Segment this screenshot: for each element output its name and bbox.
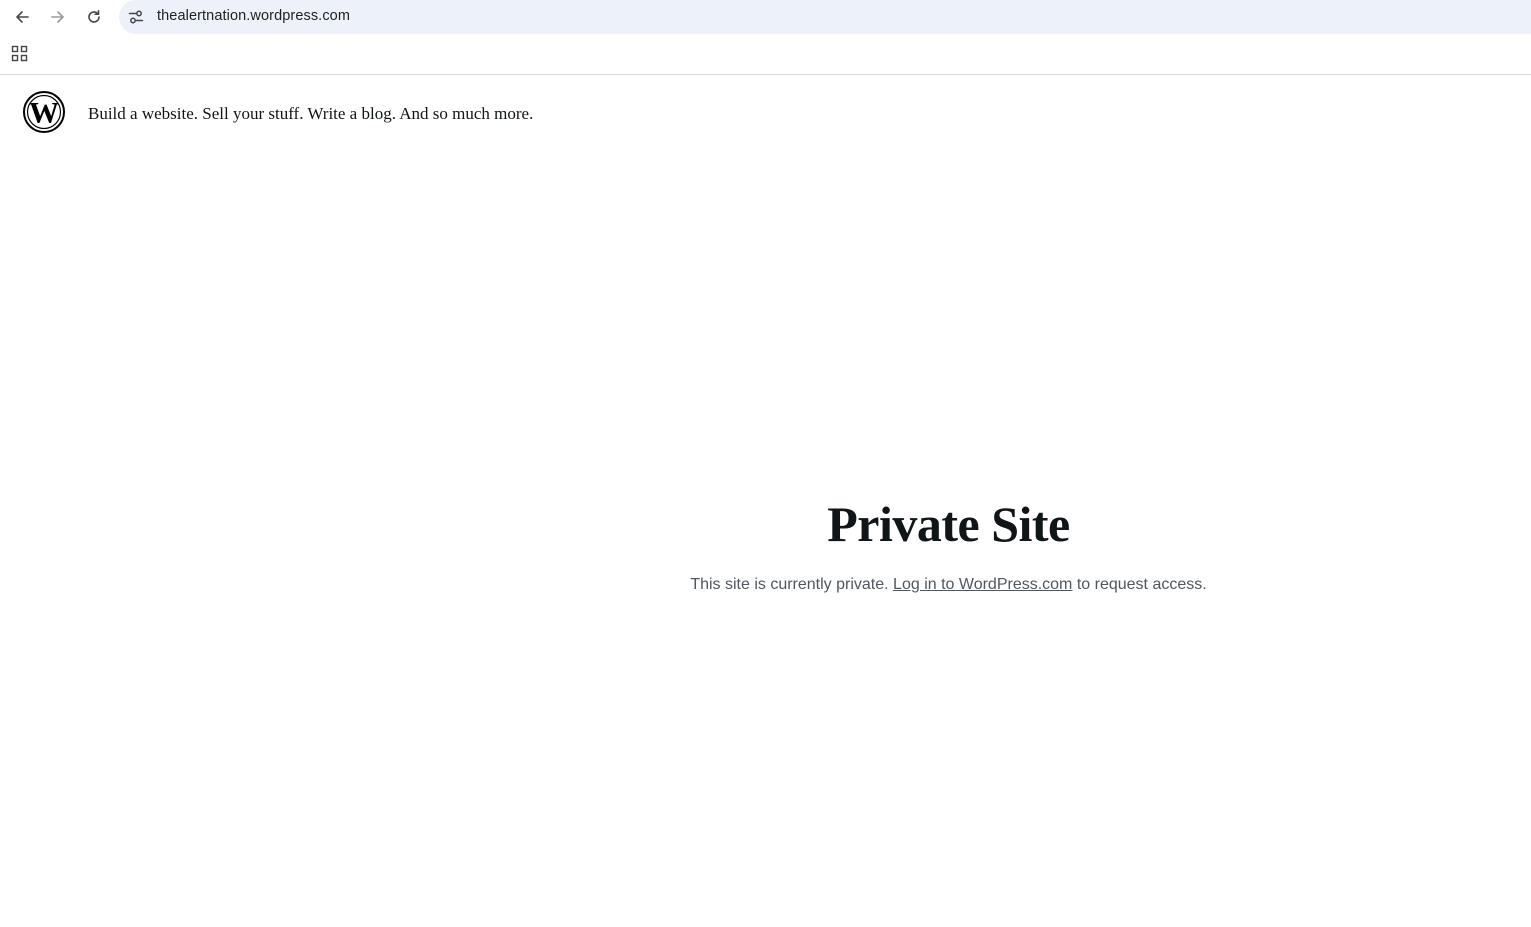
description-text: This site is currently private. — [690, 576, 889, 593]
bookmarks-bar — [0, 34, 1531, 75]
browser-toolbar: thealertnation.wordpress.com — [0, 0, 1531, 34]
url-text[interactable]: thealertnation.wordpress.com — [157, 8, 350, 24]
reload-button[interactable] — [81, 4, 107, 30]
login-link[interactable]: Log in to WordPress.com — [893, 576, 1072, 593]
wordpress-logo[interactable]: W — [23, 91, 65, 133]
svg-text:W: W — [29, 97, 59, 130]
page-content: W Build a website. Sell your stuff. Writ… — [0, 75, 1531, 927]
arrow-right-icon — [51, 11, 64, 23]
private-site-description: This site is currently private. Log in t… — [0, 576, 1531, 594]
forward-button[interactable] — [45, 4, 71, 30]
back-button[interactable] — [9, 4, 35, 30]
description-suffix: to request access. — [1076, 576, 1207, 593]
site-tagline: Build a website. Sell your stuff. Write … — [88, 104, 534, 123]
reload-icon — [88, 10, 100, 23]
arrow-left-icon — [16, 11, 29, 23]
tune-icon[interactable] — [128, 9, 144, 25]
page-title: Private Site — [827, 496, 1070, 552]
address-bar[interactable]: thealertnation.wordpress.com — [119, 0, 1531, 34]
apps-grid-icon[interactable] — [11, 45, 28, 62]
